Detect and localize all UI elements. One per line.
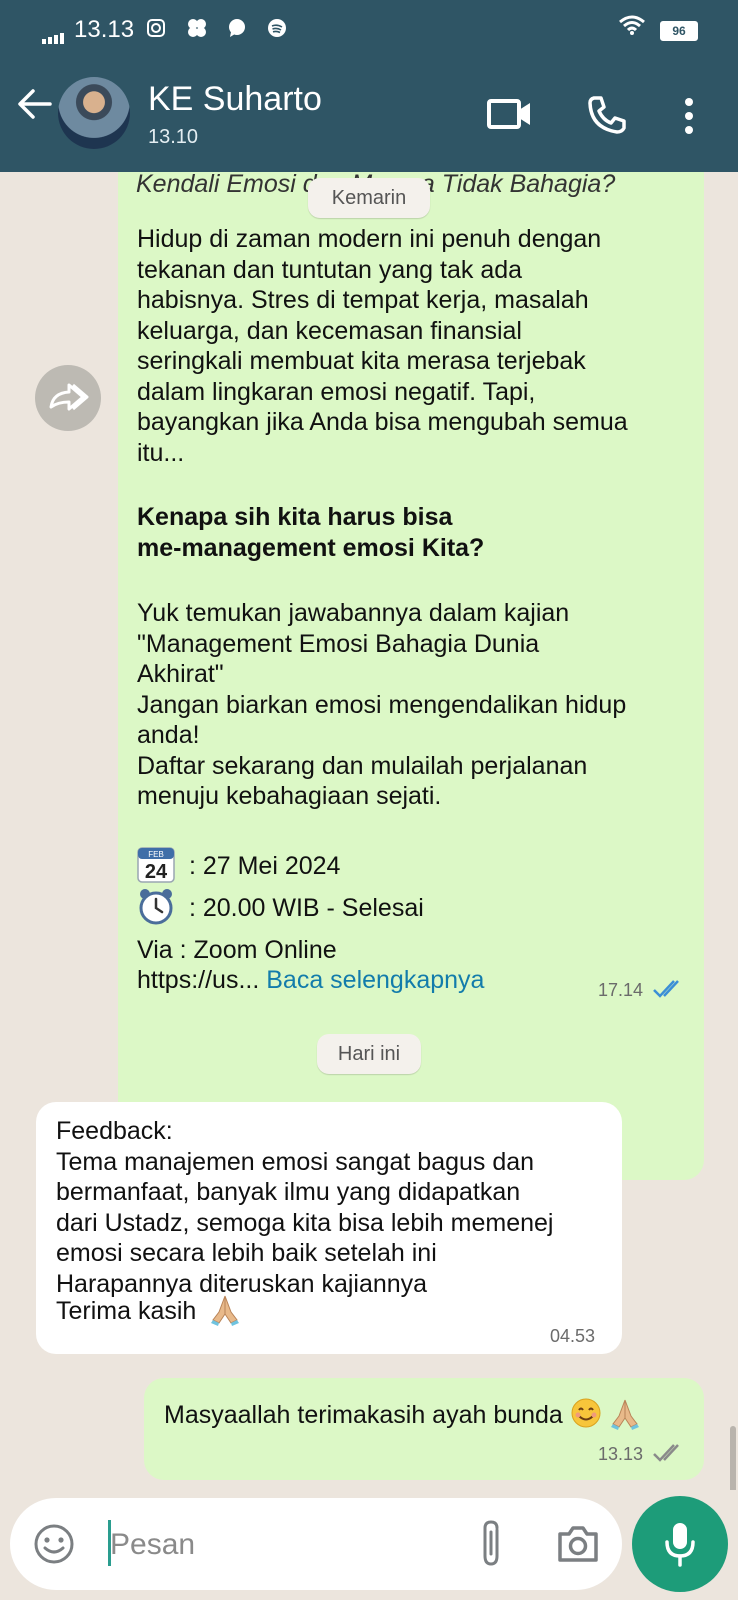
notification-icons [146,16,287,39]
phone-icon[interactable] [586,94,628,136]
truncated-link[interactable]: https://us... [137,966,259,994]
camera-icon[interactable] [556,1524,600,1564]
forward-icon [49,383,89,411]
read-more-link[interactable]: Baca selengkapnya [266,966,484,994]
instagram-icon [147,18,165,37]
status-time: 13.13 [74,16,135,43]
date-separator-today: Hari ini [317,1034,421,1074]
incoming-message-text: Feedback: Tema manajemen emosi sangat ba… [56,1117,554,1298]
event-via: Via : Zoom Online [137,936,337,964]
mic-icon [665,1523,695,1567]
link-row: https://us... Baca selengkapnya [137,966,484,995]
event-time: : 20.00 WIB - Selesai [188,894,424,923]
event-date: : 27 Mei 2024 [188,852,341,881]
message-paragraph-1: Hidup di zaman modern ini penuh dengan t… [137,225,628,467]
chat-area[interactable]: Kendali Emosi dan Merasa Tidak Bahagia? … [0,172,738,1490]
incoming-closing-row: Terima kasih [56,1292,241,1333]
message-input-container[interactable] [10,1498,622,1590]
wifi-icon [619,15,645,35]
pinwheel-icon [187,18,206,37]
date-separator-yesterday: Kemarin [308,178,430,218]
mic-button[interactable] [632,1496,728,1592]
contact-avatar[interactable] [58,77,130,149]
emoji-icon[interactable] [32,1522,76,1566]
event-date-row: FEB 24 : 27 Mei 2024 [136,844,340,891]
outgoing-message-time: 13.13 [598,1444,644,1464]
message-heading: Kenapa sih kita harus bisa me-management… [137,503,485,562]
alarm-clock-icon [136,886,176,933]
message-composer [0,1490,738,1600]
incoming-message-time: 04.53 [550,1326,596,1346]
chat-bubble-icon [229,18,246,37]
event-time-row: : 20.00 WIB - Selesai [136,886,424,933]
contact-name[interactable]: KE Suharto [148,80,322,119]
svg-text:FEB: FEB [148,850,164,859]
spotify-icon [267,18,286,37]
smiling-face-icon [570,1397,602,1436]
calendar-icon: FEB 24 [136,844,176,891]
chat-scrollbar[interactable] [730,1426,736,1490]
read-ticks-icon [653,980,679,998]
delivered-ticks-icon [653,1444,679,1462]
last-seen: 13.10 [148,126,199,148]
message-time: 17.14 [598,980,644,1000]
signal-icon [42,26,66,44]
message-paragraph-2: Yuk temukan jawabannya dalam kajian "Man… [137,599,627,810]
more-vert-icon[interactable] [682,96,696,136]
praying-hands-icon [209,1292,241,1333]
chat-header: KE Suharto 13.10 [0,60,738,172]
praying-hands-icon [609,1396,641,1437]
message-input[interactable] [108,1520,472,1570]
forward-button[interactable] [35,365,101,431]
outgoing-message-text: Masyaallah terimakasih ayah bunda [164,1401,563,1430]
incoming-closing: Terima kasih [56,1297,197,1326]
paperclip-icon[interactable] [476,1518,506,1570]
back-arrow-icon[interactable] [14,84,54,124]
battery-indicator: 96 [660,21,698,41]
svg-text:24: 24 [145,861,168,883]
status-bar: 13.13 96 [0,0,738,60]
video-call-icon[interactable] [486,96,534,132]
outgoing-message-row: Masyaallah terimakasih ayah bunda [164,1396,641,1437]
